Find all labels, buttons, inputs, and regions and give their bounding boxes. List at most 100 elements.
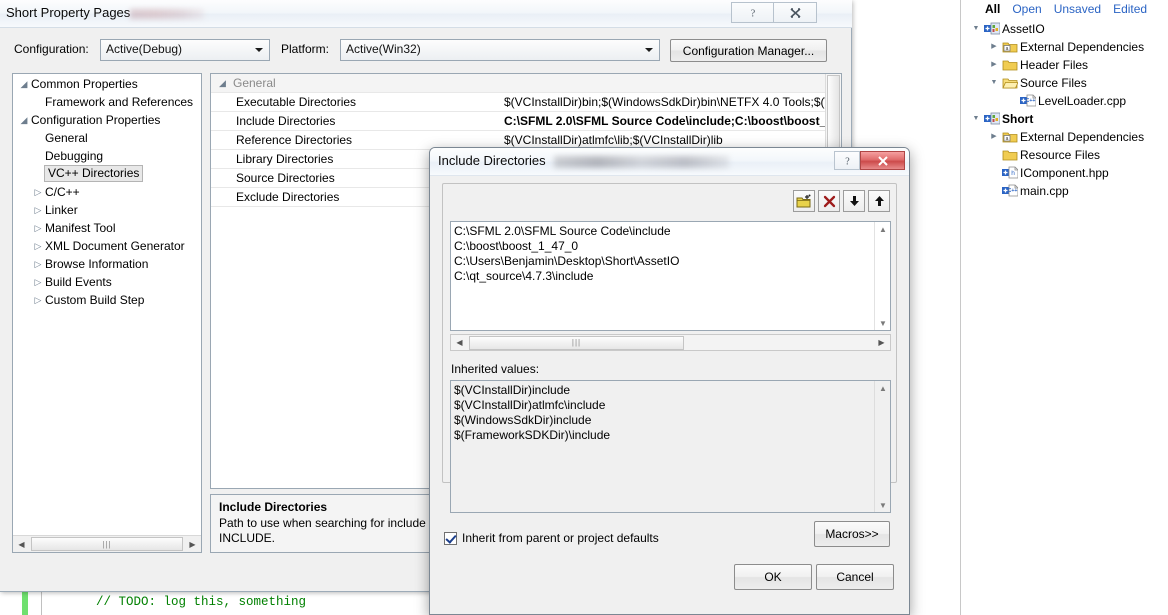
tree-item-browse-information[interactable]: ▷ Browse Information — [13, 254, 201, 272]
tree-item-c-c[interactable]: ▷ C/C++ — [13, 182, 201, 200]
close-icon — [877, 155, 888, 166]
twisty-collapsed-icon[interactable]: ▷ — [31, 219, 45, 237]
listbox-vertical-scrollbar[interactable]: ▲ ▼ — [874, 222, 890, 330]
twisty-collapsed-icon[interactable]: ▶ — [987, 56, 1001, 74]
directory-list-item[interactable]: C:\SFML 2.0\SFML Source Code\include — [454, 224, 872, 239]
tree-item-linker[interactable]: ▷ Linker — [13, 200, 201, 218]
twisty-collapsed-icon[interactable]: ▷ — [31, 201, 45, 219]
twisty-collapsed-icon[interactable]: ▷ — [31, 291, 45, 309]
tree-item-label: VC++ Directories — [44, 165, 144, 183]
solution-explorer-filter-tabs: All Open Unsaved Edited — [985, 0, 1147, 18]
close-button[interactable] — [774, 2, 817, 23]
macros-button[interactable]: Macros>> — [814, 521, 890, 547]
tree-item-build-events[interactable]: ▷ Build Events — [13, 272, 201, 290]
inherit-defaults-row[interactable]: Inherit from parent or project defaults — [444, 531, 659, 545]
solution-tree-item[interactable]: h IComponent.hpp — [961, 164, 1168, 182]
directory-list-item[interactable]: C:\boost\boost_1_47_0 — [454, 239, 872, 254]
tree-item-label: Custom Build Step — [45, 292, 145, 307]
twisty-expanded-icon[interactable]: ◢ — [17, 111, 31, 129]
ok-button[interactable]: OK — [734, 564, 812, 590]
solution-tree-item[interactable]: ▶ Header Files — [961, 56, 1168, 74]
inherited-vertical-scrollbar[interactable]: ▲ ▼ — [874, 381, 890, 512]
twisty-expanded-icon[interactable]: ◢ — [219, 74, 231, 92]
se-tab-edited[interactable]: Edited — [1113, 2, 1147, 16]
scroll-right-arrow[interactable]: ▶ — [873, 335, 890, 350]
tree-item-manifest-tool[interactable]: ▷ Manifest Tool — [13, 218, 201, 236]
tree-item-label: Common Properties — [31, 76, 138, 91]
tree-item-debugging[interactable]: Debugging — [13, 146, 201, 164]
solution-tree-item-label: Header Files — [1020, 58, 1089, 72]
configuration-select[interactable]: Active(Debug) — [100, 39, 270, 61]
svg-text:C++: C++ — [1007, 188, 1017, 194]
directory-list-item[interactable]: C:\Users\Benjamin\Desktop\Short\AssetIO — [454, 254, 872, 269]
scrollbar-thumb[interactable]: ||| — [31, 537, 183, 551]
solution-tree-item[interactable]: C++ main.cpp — [961, 182, 1168, 200]
new-folder-button[interactable] — [793, 190, 815, 212]
solution-tree-item[interactable]: ▼ Source Files — [961, 74, 1168, 92]
inherit-defaults-checkbox[interactable] — [444, 531, 457, 545]
move-up-button[interactable] — [868, 190, 890, 212]
help-button[interactable]: ? — [731, 2, 774, 23]
dialog-close-button[interactable] — [860, 151, 905, 170]
se-tab-unsaved[interactable]: Unsaved — [1054, 2, 1101, 16]
grid-property-value[interactable]: $(VCInstallDir)bin;$(WindowsSdkDir)bin\N… — [504, 93, 839, 111]
tree-item-custom-build-step[interactable]: ▷ Custom Build Step — [13, 290, 201, 308]
tree-item-configuration-properties[interactable]: ◢ Configuration Properties — [13, 110, 201, 128]
move-down-button[interactable] — [843, 190, 865, 212]
platform-value: Active(Win32) — [346, 42, 421, 56]
tree-item-vc-directories[interactable]: VC++ Directories — [13, 164, 201, 183]
scroll-right-arrow[interactable]: ▶ — [184, 537, 201, 552]
scrollbar-thumb[interactable]: ||| — [469, 335, 684, 350]
se-tab-open[interactable]: Open — [1012, 2, 1041, 16]
platform-select[interactable]: Active(Win32) — [340, 39, 660, 61]
solution-tree-item[interactable]: Resource Files — [961, 146, 1168, 164]
grid-row[interactable]: Include Directories C:\SFML 2.0\SFML Sour… — [211, 112, 841, 131]
solution-tree-item[interactable]: ▶ a External Dependencies — [961, 38, 1168, 56]
property-pages-titlebar[interactable]: Short Property Pages ? — [0, 0, 852, 28]
solution-tree-item[interactable]: ▼ Short — [961, 110, 1168, 128]
tree-horizontal-scrollbar[interactable]: ◀ ||| ▶ — [13, 535, 201, 552]
twisty-collapsed-icon[interactable]: ▷ — [31, 183, 45, 201]
tree-item-framework-and-references[interactable]: Framework and References — [13, 92, 201, 110]
solution-tree-item[interactable]: ▶ a External Dependencies — [961, 128, 1168, 146]
twisty-collapsed-icon[interactable]: ▶ — [987, 38, 1001, 56]
directory-list-item[interactable]: C:\qt_source\4.7.3\include — [454, 269, 872, 284]
svg-text:a: a — [1005, 46, 1008, 52]
twisty-collapsed-icon[interactable]: ▷ — [31, 255, 45, 273]
grid-category-row[interactable]: ◢ General — [211, 74, 841, 93]
tree-item-xml-document-generator[interactable]: ▷ XML Document Generator — [13, 236, 201, 254]
twisty-expanded-icon[interactable]: ▼ — [987, 74, 1001, 92]
grid-property-value[interactable]: C:\SFML 2.0\SFML Source Code\include;C:\… — [504, 112, 839, 130]
scroll-left-arrow[interactable]: ◀ — [451, 335, 468, 350]
twisty-expanded-icon[interactable]: ◢ — [17, 75, 31, 93]
cancel-button[interactable]: Cancel — [816, 564, 894, 590]
twisty-collapsed-icon[interactable]: ▷ — [31, 237, 45, 255]
folder-icon — [1002, 150, 1017, 161]
scroll-left-arrow[interactable]: ◀ — [13, 537, 30, 552]
scroll-down-arrow[interactable]: ▼ — [875, 316, 890, 330]
tree-item-general[interactable]: General — [13, 128, 201, 146]
folder-open-icon — [1001, 78, 1018, 89]
configuration-manager-button[interactable]: Configuration Manager... — [670, 39, 827, 62]
dialog-titlebar[interactable]: Include Directories ? — [430, 148, 909, 176]
twisty-expanded-icon[interactable]: ▼ — [969, 110, 983, 128]
solution-tree-item[interactable]: C++ LevelLoader.cpp — [961, 92, 1168, 110]
grid-row[interactable]: Executable Directories $(VCInstallDir)bin… — [211, 93, 841, 112]
se-tab-all[interactable]: All — [985, 2, 1000, 16]
tree-item-common-properties[interactable]: ◢ Common Properties — [13, 74, 201, 92]
directories-listbox[interactable]: C:\SFML 2.0\SFML Source Code\include C:\b… — [450, 221, 891, 331]
property-category-tree[interactable]: ◢ Common Properties Framework and Referenc… — [12, 73, 202, 553]
dialog-help-button[interactable]: ? — [834, 151, 860, 170]
delete-button[interactable] — [818, 190, 840, 212]
twisty-collapsed-icon[interactable]: ▷ — [31, 273, 45, 291]
listbox-horizontal-scrollbar[interactable]: ◀ ||| ▶ — [450, 334, 891, 351]
scroll-up-arrow[interactable]: ▲ — [875, 222, 890, 236]
solution-tree-item[interactable]: ▼ AssetIO — [961, 20, 1168, 38]
twisty-collapsed-icon[interactable]: ▶ — [987, 128, 1001, 146]
solution-tree[interactable]: ▼ AssetIO ▶ a External Dependencies ▶ Header F… — [961, 20, 1168, 200]
scroll-up-arrow[interactable]: ▲ — [875, 381, 890, 395]
solution-tree-item-label: LevelLoader.cpp — [1038, 94, 1127, 108]
twisty-expanded-icon[interactable]: ▼ — [969, 20, 983, 38]
scroll-down-arrow[interactable]: ▼ — [875, 498, 890, 512]
solution-explorer-panel: All Open Unsaved Edited ▼ AssetIO ▶ a External … — [960, 0, 1168, 615]
